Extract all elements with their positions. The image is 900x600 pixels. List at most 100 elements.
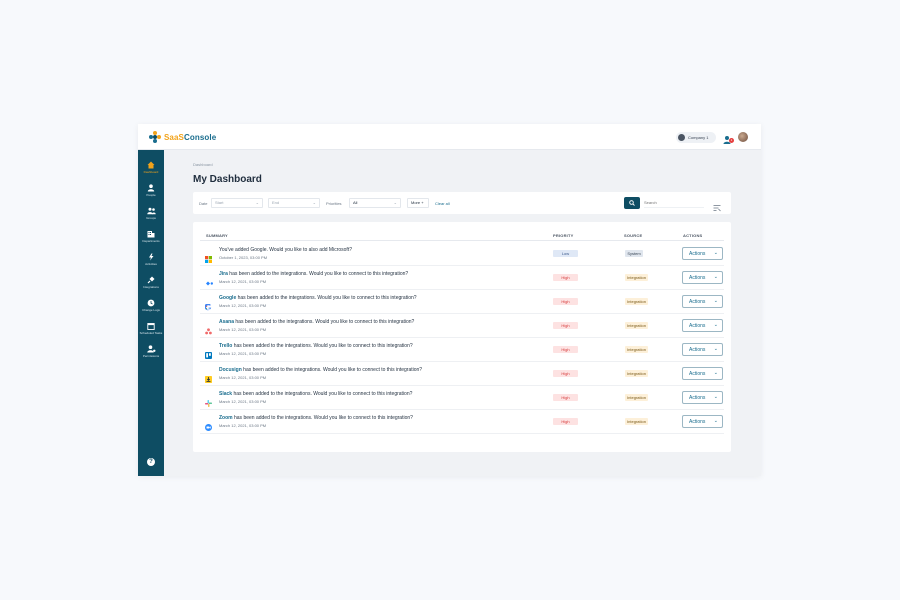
source-badge: Integration bbox=[625, 298, 648, 305]
priority-badge: High bbox=[553, 394, 578, 401]
brand-logo[interactable]: SaaSConsole bbox=[149, 130, 216, 144]
home-icon bbox=[147, 160, 156, 169]
row-message: Asana has been added to the integrations… bbox=[219, 319, 415, 325]
company-switcher[interactable]: Company 1 bbox=[676, 132, 716, 143]
actions-dropdown-button[interactable]: Actions ⌄ bbox=[682, 367, 723, 380]
filter-settings-icon[interactable] bbox=[713, 199, 721, 212]
search-button[interactable] bbox=[624, 197, 640, 209]
notification-badge: 1 bbox=[729, 138, 734, 143]
start-date-placeholder: Start bbox=[215, 200, 224, 205]
calendar-icon bbox=[147, 321, 156, 330]
priority-badge: Low bbox=[553, 250, 578, 257]
sidebar-item-label: Permissions bbox=[142, 354, 160, 358]
sidebar-item-label: Dashboard bbox=[143, 170, 159, 174]
actions-dropdown-button[interactable]: Actions ⌄ bbox=[682, 271, 723, 284]
asana-logo-icon bbox=[205, 322, 212, 335]
row-date: October 1, 2023, 03:00 PM bbox=[219, 255, 268, 260]
more-filters-button[interactable]: More + bbox=[407, 198, 429, 208]
page-title: My Dashboard bbox=[193, 174, 262, 185]
row-message: Jira has been added to the integrations.… bbox=[219, 271, 409, 277]
source-badge: Integration bbox=[625, 346, 648, 353]
chevron-down-icon: ⌄ bbox=[713, 250, 718, 256]
sidebar-item-label: Departments bbox=[142, 239, 160, 243]
column-header-priority[interactable]: PRIORITY bbox=[553, 233, 574, 238]
activity-icon bbox=[147, 252, 156, 261]
row-date: March 12, 2021, 03:00 PM bbox=[219, 351, 267, 356]
sidebar-item-activities[interactable]: Activities bbox=[138, 252, 164, 272]
building-icon bbox=[147, 229, 156, 238]
actions-dropdown-button[interactable]: Actions ⌄ bbox=[682, 295, 723, 308]
sidebar-item-departments[interactable]: Departments bbox=[138, 229, 164, 249]
row-message: Zoom has been added to the integrations.… bbox=[219, 415, 413, 421]
column-header-actions: ACTIONS bbox=[683, 233, 703, 238]
date-label: Date bbox=[199, 201, 208, 206]
end-date-select[interactable]: End ⌄ bbox=[268, 198, 320, 208]
source-badge: Integration bbox=[625, 370, 648, 377]
table-row: Docusign has been added to the integrati… bbox=[200, 362, 724, 386]
priorities-select[interactable]: All ⌄ bbox=[349, 198, 401, 208]
alerts-table: SUMMARY PRIORITY SOURCE ACTIONS You've a… bbox=[193, 222, 731, 452]
actions-dropdown-button[interactable]: Actions ⌄ bbox=[682, 415, 723, 428]
sidebar-item-dashboard[interactable]: Dashboard bbox=[138, 160, 164, 180]
actions-dropdown-button[interactable]: Actions ⌄ bbox=[682, 247, 723, 260]
sidebar-item-permissions[interactable]: Permissions bbox=[138, 344, 164, 364]
help-icon[interactable]: ? bbox=[147, 458, 155, 466]
user-avatar[interactable] bbox=[738, 132, 748, 142]
priorities-value: All bbox=[353, 200, 358, 205]
top-bar: SaaSConsole Company 1 1 bbox=[138, 124, 761, 150]
source-badge: Integration bbox=[625, 322, 648, 329]
sidebar-item-integrations[interactable]: Integrations bbox=[138, 275, 164, 295]
actions-dropdown-button[interactable]: Actions ⌄ bbox=[682, 391, 723, 404]
table-row: Asana has been added to the integrations… bbox=[200, 314, 724, 338]
chevron-down-icon: ⌄ bbox=[713, 370, 718, 376]
source-badge: Integration bbox=[625, 394, 648, 401]
breadcrumb[interactable]: Dashboard bbox=[193, 162, 213, 167]
plug-icon bbox=[147, 275, 156, 284]
sidebar-item-groups[interactable]: Groups bbox=[138, 206, 164, 226]
priority-badge: High bbox=[553, 370, 578, 377]
row-message: Docusign has been added to the integrati… bbox=[219, 367, 423, 373]
table-row: Zoom has been added to the integrations.… bbox=[200, 410, 724, 434]
app-window: SaaSConsole Company 1 1 Dashboard People… bbox=[138, 124, 761, 476]
actions-dropdown-button[interactable]: Actions ⌄ bbox=[682, 343, 723, 356]
column-header-source[interactable]: SOURCE bbox=[624, 233, 642, 238]
start-date-select[interactable]: Start ⌄ bbox=[211, 198, 263, 208]
sidebar-item-label: People bbox=[146, 193, 156, 197]
row-date: March 12, 2021, 03:00 PM bbox=[219, 399, 267, 404]
chevron-down-icon: ⌄ bbox=[713, 418, 718, 424]
row-date: March 12, 2021, 03:00 PM bbox=[219, 423, 267, 428]
chevron-down-icon: ⌄ bbox=[713, 394, 718, 400]
source-badge: Integration bbox=[625, 418, 648, 425]
sidebar: Dashboard People Groups Departments Acti… bbox=[138, 150, 164, 476]
priority-badge: High bbox=[553, 322, 578, 329]
slack-logo-icon bbox=[205, 394, 212, 407]
priority-badge: High bbox=[553, 418, 578, 425]
sidebar-item-scheduled-tasks[interactable]: Scheduled Tasks bbox=[138, 321, 164, 341]
sidebar-item-label: Integrations bbox=[143, 285, 159, 289]
sidebar-item-label: Change Logs bbox=[142, 308, 160, 312]
docusign-logo-icon bbox=[205, 370, 212, 383]
microsoft-logo-icon bbox=[205, 250, 212, 263]
column-header-summary[interactable]: SUMMARY bbox=[206, 233, 228, 238]
zoom-logo-icon bbox=[205, 418, 212, 431]
priority-badge: High bbox=[553, 346, 578, 353]
table-row: Google has been added to the integration… bbox=[200, 290, 724, 314]
clear-all-link[interactable]: Clear all bbox=[435, 201, 450, 206]
row-date: March 12, 2021, 03:00 PM bbox=[219, 375, 267, 380]
row-message: Google has been added to the integration… bbox=[219, 295, 417, 301]
sidebar-item-label: Scheduled Tasks bbox=[139, 331, 163, 335]
row-message: Trello has been added to the integration… bbox=[219, 343, 413, 349]
notifications-button[interactable]: 1 bbox=[723, 132, 734, 144]
chevron-down-icon: ⌄ bbox=[713, 322, 718, 328]
source-badge: Integration bbox=[625, 274, 648, 281]
sidebar-item-change-logs[interactable]: Change Logs bbox=[138, 298, 164, 318]
sidebar-item-people[interactable]: People bbox=[138, 183, 164, 203]
google-logo-icon bbox=[204, 298, 212, 311]
search-input[interactable] bbox=[644, 198, 704, 208]
actions-dropdown-button[interactable]: Actions ⌄ bbox=[682, 319, 723, 332]
table-row: Jira has been added to the integrations.… bbox=[200, 266, 724, 290]
history-icon bbox=[147, 298, 156, 307]
chevron-down-icon: ⌄ bbox=[255, 200, 259, 205]
logo-mark-icon bbox=[149, 131, 161, 143]
row-date: March 12, 2021, 03:00 PM bbox=[219, 327, 267, 332]
